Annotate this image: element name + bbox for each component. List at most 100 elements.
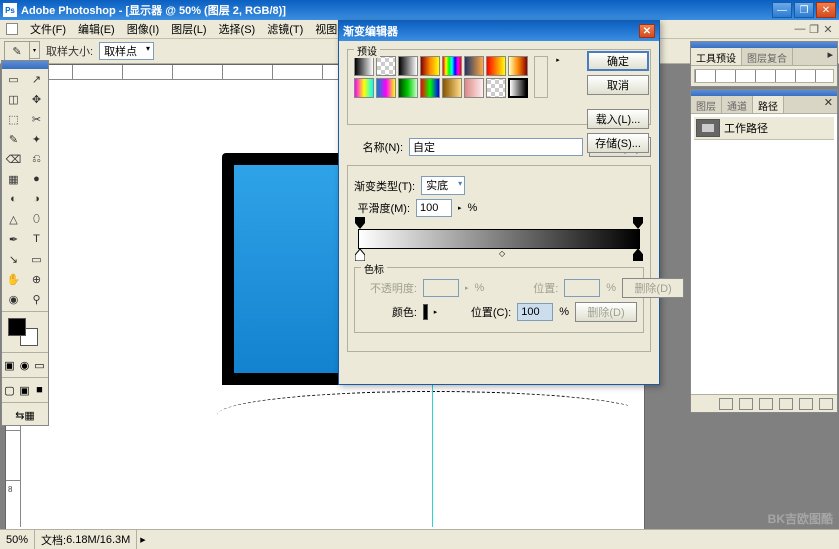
color-stop-right[interactable] xyxy=(633,249,643,261)
tool-5[interactable]: ✂ xyxy=(25,109,48,129)
tab-layer-comps[interactable]: 图层复合 xyxy=(742,48,793,65)
presets-scrollbar[interactable] xyxy=(534,56,548,98)
tool-12[interactable]: ◐ xyxy=(2,189,25,209)
smoothness-dropdown-icon[interactable]: ▸ xyxy=(458,204,462,212)
menu-select[interactable]: 选择(S) xyxy=(213,21,262,37)
sample-size-select[interactable]: 取样点 xyxy=(99,42,154,60)
save-button[interactable]: 存储(S)... xyxy=(587,133,649,153)
tool-15[interactable]: ⬯ xyxy=(25,209,48,229)
gradient-preset-9[interactable] xyxy=(376,78,396,98)
cancel-button[interactable]: 取消 xyxy=(587,75,649,95)
ok-button[interactable]: 确定 xyxy=(587,51,649,71)
screen-full-menu-icon[interactable]: ▣ xyxy=(17,380,32,400)
gradient-preset-3[interactable] xyxy=(420,56,440,76)
menu-file[interactable]: 文件(F) xyxy=(24,21,72,37)
panel-menu-button[interactable]: ▸ xyxy=(823,48,837,65)
color-dropdown-icon[interactable]: ▸ xyxy=(434,308,438,316)
menu-layer[interactable]: 图层(L) xyxy=(165,21,212,37)
gradient-type-select[interactable]: 实底 xyxy=(421,176,465,195)
gradient-preset-10[interactable] xyxy=(398,78,418,98)
gradient-preset-2[interactable] xyxy=(398,56,418,76)
tool-11[interactable]: ● xyxy=(25,169,48,189)
tab-paths[interactable]: 路径 xyxy=(753,96,784,113)
gradient-bar[interactable]: ◇ xyxy=(358,229,640,249)
minimize-button[interactable]: — xyxy=(772,2,792,18)
delete-path-icon[interactable] xyxy=(819,398,833,410)
doc-close-button[interactable]: ✕ xyxy=(821,23,835,36)
path-to-selection-icon[interactable] xyxy=(759,398,773,410)
maximize-button[interactable]: ❐ xyxy=(794,2,814,18)
standard-mode-icon[interactable]: ▣ xyxy=(2,355,17,375)
active-tool-icon[interactable]: ✎ xyxy=(4,41,30,61)
toolbox-handle[interactable] xyxy=(2,61,48,69)
gradient-preset-15[interactable] xyxy=(508,78,528,98)
color-location-input[interactable] xyxy=(517,303,553,321)
tool-0[interactable]: ▭ xyxy=(2,69,25,89)
close-button[interactable]: ✕ xyxy=(816,2,836,18)
tool-1[interactable]: ↗ xyxy=(25,69,48,89)
tool-20[interactable]: ✋ xyxy=(2,269,25,289)
zoom-level[interactable]: 50% xyxy=(0,530,35,549)
opacity-stop-right[interactable] xyxy=(633,217,643,229)
tool-22[interactable]: ◉ xyxy=(2,289,25,309)
selection-to-path-icon[interactable] xyxy=(779,398,793,410)
tool-2[interactable]: ◫ xyxy=(2,89,25,109)
foreground-color[interactable] xyxy=(8,318,26,336)
gradient-preset-1[interactable] xyxy=(376,56,396,76)
tool-7[interactable]: ✦ xyxy=(25,129,48,149)
gradient-preset-7[interactable] xyxy=(508,56,528,76)
screen-full-icon[interactable]: ■ xyxy=(32,380,47,400)
tool-13[interactable]: ◑ xyxy=(25,189,48,209)
tool-21[interactable]: ⊕ xyxy=(25,269,48,289)
doc-minimize-button[interactable]: — xyxy=(793,23,807,36)
load-button[interactable]: 载入(L)... xyxy=(587,109,649,129)
tool-10[interactable]: ▦ xyxy=(2,169,25,189)
menu-filter[interactable]: 滤镜(T) xyxy=(261,21,309,37)
menu-image[interactable]: 图像(I) xyxy=(121,21,165,37)
dialog-close-button[interactable]: ✕ xyxy=(639,24,655,38)
tool-16[interactable]: ✒ xyxy=(2,229,25,249)
stop-color-swatch[interactable] xyxy=(423,304,428,320)
dialog-title-bar[interactable]: 渐变编辑器 ✕ xyxy=(339,21,659,41)
stroke-path-icon[interactable] xyxy=(739,398,753,410)
tool-preset-dropdown[interactable]: ▾ xyxy=(30,41,40,59)
screen-mode-icon[interactable]: ▭ xyxy=(32,355,47,375)
gradient-preset-11[interactable] xyxy=(420,78,440,98)
tool-4[interactable]: ⬚ xyxy=(2,109,25,129)
tool-8[interactable]: ⌫ xyxy=(2,149,25,169)
gradient-preset-8[interactable] xyxy=(354,78,374,98)
gradient-preset-6[interactable] xyxy=(486,56,506,76)
tool-19[interactable]: ▭ xyxy=(25,249,48,269)
path-item[interactable]: 工作路径 xyxy=(694,117,834,140)
tab-tool-presets[interactable]: 工具预设 xyxy=(691,48,742,65)
tool-18[interactable]: ↘ xyxy=(2,249,25,269)
gradient-preset-14[interactable] xyxy=(486,78,506,98)
panel-close-button[interactable]: ✕ xyxy=(820,96,837,113)
tab-channels[interactable]: 通道 xyxy=(722,96,753,113)
gradient-name-input[interactable] xyxy=(409,138,583,156)
gradient-preset-12[interactable] xyxy=(442,78,462,98)
screen-standard-icon[interactable]: ▢ xyxy=(2,380,17,400)
gradient-preset-0[interactable] xyxy=(354,56,374,76)
tab-layers[interactable]: 图层 xyxy=(691,96,722,113)
smoothness-input[interactable] xyxy=(416,199,452,217)
tool-3[interactable]: ✥ xyxy=(25,89,48,109)
opacity-stop-left[interactable] xyxy=(355,217,365,229)
jump-to-imageready-icon[interactable]: ⇆▦ xyxy=(2,405,48,425)
menu-edit[interactable]: 编辑(E) xyxy=(72,21,121,37)
presets-menu-button[interactable]: ▸ xyxy=(552,56,564,98)
tool-6[interactable]: ✎ xyxy=(2,129,25,149)
midpoint-diamond-icon[interactable]: ◇ xyxy=(499,249,505,258)
status-menu-button[interactable]: ▶ xyxy=(137,536,148,544)
new-path-icon[interactable] xyxy=(799,398,813,410)
doc-size-cell[interactable]: 文档: 6.18M/16.3M xyxy=(35,530,137,549)
quickmask-mode-icon[interactable]: ◉ xyxy=(17,355,32,375)
tool-23[interactable]: ⚲ xyxy=(25,289,48,309)
gradient-preset-5[interactable] xyxy=(464,56,484,76)
gradient-preset-13[interactable] xyxy=(464,78,484,98)
color-stop-left[interactable] xyxy=(355,249,365,261)
fill-path-icon[interactable] xyxy=(719,398,733,410)
tool-14[interactable]: △ xyxy=(2,209,25,229)
doc-restore-button[interactable]: ❐ xyxy=(807,23,821,36)
gradient-preset-4[interactable] xyxy=(442,56,462,76)
